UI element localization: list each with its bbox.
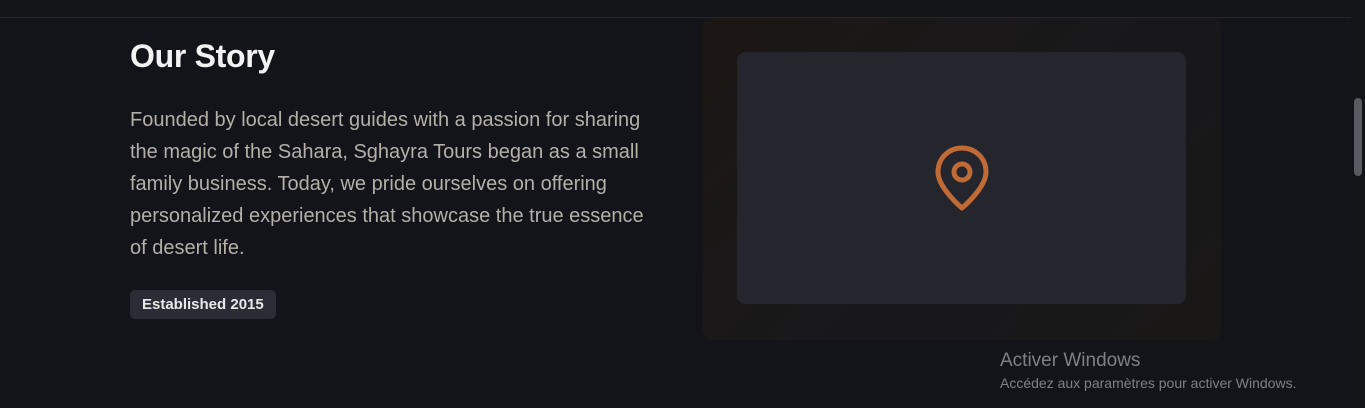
- story-image-card: [702, 18, 1221, 340]
- top-navigation-bar: [0, 0, 1351, 18]
- map-pin-icon: [935, 145, 989, 211]
- scrollbar-thumb[interactable]: [1354, 98, 1362, 176]
- section-title: Our Story: [130, 38, 275, 74]
- watermark-subtitle: Accédez aux paramètres pour activer Wind…: [1000, 375, 1297, 391]
- established-badge: Established 2015: [130, 290, 276, 319]
- our-story-section: Our Story Founded by local desert guides…: [130, 36, 670, 319]
- story-paragraph: Founded by local desert guides with a pa…: [130, 109, 644, 259]
- windows-activation-watermark: Activer Windows Accédez aux paramètres p…: [1000, 349, 1296, 393]
- vertical-scrollbar[interactable]: [1351, 0, 1365, 408]
- watermark-title: Activer Windows: [1000, 350, 1141, 371]
- image-placeholder: [737, 52, 1186, 304]
